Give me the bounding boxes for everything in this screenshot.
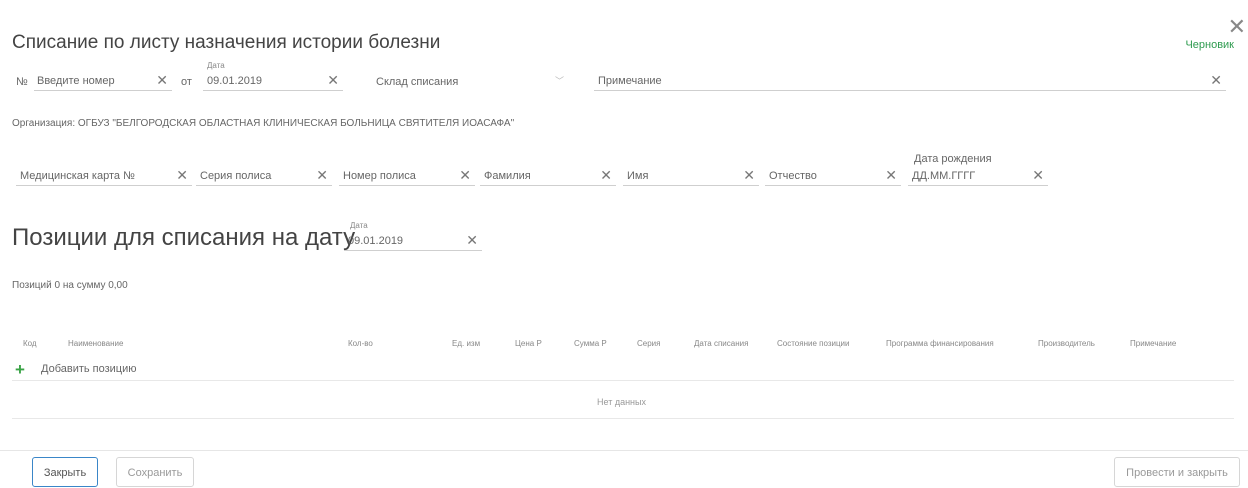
middle-name-field[interactable]: Отчество ✕ xyxy=(765,167,901,186)
birth-date-label: Дата рождения xyxy=(914,153,992,165)
first-name-field[interactable]: Имя ✕ xyxy=(623,167,759,186)
column-header[interactable]: Цена Р xyxy=(515,339,542,348)
warehouse-select[interactable]: Склад списания ﹀ xyxy=(372,74,580,91)
clear-number-icon[interactable]: ✕ xyxy=(156,72,168,89)
clear-card-icon[interactable]: ✕ xyxy=(176,167,188,184)
clear-last-name-icon[interactable]: ✕ xyxy=(600,167,612,184)
column-header[interactable]: Состояние позиции xyxy=(777,339,850,348)
clear-positions-date-icon[interactable]: ✕ xyxy=(466,232,478,249)
positions-date-label: Дата xyxy=(350,221,368,230)
column-header[interactable]: Производитель xyxy=(1038,339,1095,348)
column-header[interactable]: Программа финансирования xyxy=(886,339,994,348)
birth-date-placeholder: ДД.ММ.ГГГГ xyxy=(912,170,976,182)
date-value: 09.01.2019 xyxy=(207,75,263,87)
close-icon[interactable]: ✕ xyxy=(1228,16,1246,38)
positions-title: Позиции для списания на дату xyxy=(12,224,356,251)
status-badge: Черновик xyxy=(1185,39,1234,51)
submit-close-button[interactable]: Провести и закрыть xyxy=(1114,457,1240,487)
note-placeholder: Примечание xyxy=(598,75,662,87)
policy-number-placeholder: Номер полиса xyxy=(343,170,416,182)
date-label: Дата xyxy=(207,61,225,70)
footer-divider xyxy=(0,450,1248,451)
clear-birth-date-icon[interactable]: ✕ xyxy=(1032,167,1044,184)
number-prefix: № xyxy=(16,76,28,88)
page-title: Списание по листу назначения истории бол… xyxy=(12,32,441,53)
column-header[interactable]: Примечание xyxy=(1130,339,1176,348)
save-button[interactable]: Сохранить xyxy=(116,457,194,487)
date-prefix: от xyxy=(181,76,192,88)
column-header[interactable]: Серия xyxy=(637,339,660,348)
clear-date-icon[interactable]: ✕ xyxy=(327,72,339,89)
last-name-field[interactable]: Фамилия ✕ xyxy=(480,167,616,186)
positions-date-field[interactable]: 09.01.2019 ✕ xyxy=(344,232,482,251)
empty-text: Нет данных xyxy=(597,397,646,407)
number-field[interactable]: Введите номер ✕ xyxy=(34,72,172,91)
note-field[interactable]: Примечание ✕ xyxy=(594,72,1226,91)
add-position-link[interactable]: Добавить позицию xyxy=(41,363,137,375)
middle-name-placeholder: Отчество xyxy=(769,170,817,182)
column-header[interactable]: Сумма Р xyxy=(574,339,607,348)
chevron-down-icon: ﹀ xyxy=(554,76,564,86)
column-header[interactable]: Код xyxy=(23,339,37,348)
column-header[interactable]: Кол-во xyxy=(348,339,373,348)
policy-series-placeholder: Серия полиса xyxy=(200,170,272,182)
column-header[interactable]: Наименование xyxy=(68,339,123,348)
column-header[interactable]: Ед. изм xyxy=(452,339,480,348)
clear-middle-name-icon[interactable]: ✕ xyxy=(885,167,897,184)
close-button[interactable]: Закрыть xyxy=(32,457,98,487)
birth-date-field[interactable]: ДД.ММ.ГГГГ ✕ xyxy=(908,167,1048,186)
positions-date-value: 09.01.2019 xyxy=(348,235,404,247)
clear-series-icon[interactable]: ✕ xyxy=(316,167,328,184)
add-icon[interactable]: + xyxy=(15,360,25,380)
clear-note-icon[interactable]: ✕ xyxy=(1210,72,1222,89)
first-name-placeholder: Имя xyxy=(627,170,649,182)
date-field[interactable]: 09.01.2019 ✕ xyxy=(203,72,343,91)
number-placeholder: Введите номер xyxy=(37,75,115,87)
medical-card-placeholder: Медицинская карта № xyxy=(20,170,135,182)
last-name-placeholder: Фамилия xyxy=(484,170,531,182)
clear-first-name-icon[interactable]: ✕ xyxy=(743,167,755,184)
clear-policy-number-icon[interactable]: ✕ xyxy=(459,167,471,184)
warehouse-placeholder: Склад списания xyxy=(376,76,459,88)
medical-card-field[interactable]: Медицинская карта № ✕ xyxy=(16,167,192,186)
column-header[interactable]: Дата списания xyxy=(694,339,748,348)
positions-summary: Позиций 0 на сумму 0,00 xyxy=(12,280,128,291)
organization-text: Организация: ОГБУЗ "БЕЛГОРОДСКАЯ ОБЛАСТН… xyxy=(12,118,515,129)
divider xyxy=(12,418,1234,419)
policy-series-field[interactable]: Серия полиса ✕ xyxy=(196,167,332,186)
divider xyxy=(12,380,1234,381)
policy-number-field[interactable]: Номер полиса ✕ xyxy=(339,167,475,186)
